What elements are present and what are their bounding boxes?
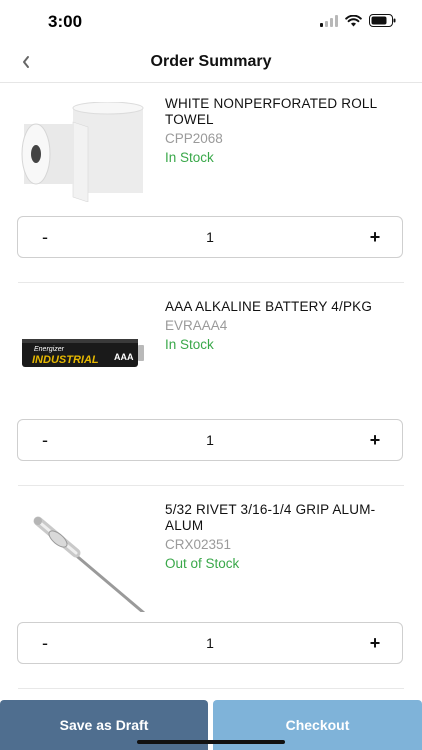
battery-icon bbox=[369, 14, 396, 27]
stock-status: In Stock bbox=[165, 150, 214, 165]
item-details: 5/32 RIVET 3/16-1/4 GRIP ALUM-ALUM CRX02… bbox=[165, 502, 405, 572]
battery-image: Energizer INDUSTRIAL AAA bbox=[22, 339, 144, 367]
item-name: AAA ALKALINE BATTERY 4/PKG bbox=[165, 299, 373, 314]
rivet-image bbox=[33, 516, 146, 612]
item-sku: EVRAAA4 bbox=[165, 318, 228, 333]
divider bbox=[18, 282, 404, 283]
stock-status: Out of Stock bbox=[165, 556, 240, 571]
increase-quantity-button[interactable]: + bbox=[350, 623, 400, 663]
decrease-quantity-button[interactable]: - bbox=[20, 217, 70, 257]
increase-quantity-button[interactable]: + bbox=[350, 217, 400, 257]
decrease-quantity-button[interactable]: - bbox=[20, 420, 70, 460]
status-time: 3:00 bbox=[48, 12, 83, 31]
page-title: Order Summary bbox=[150, 53, 272, 70]
home-indicator bbox=[137, 740, 285, 744]
quantity-value: 1 bbox=[206, 432, 214, 448]
cellular-signal-icon bbox=[320, 14, 338, 27]
order-item: 5/32 RIVET 3/16-1/4 GRIP ALUM-ALUM CRX02… bbox=[0, 488, 422, 691]
quantity-stepper: - 1 + bbox=[17, 419, 403, 461]
order-item: Energizer INDUSTRIAL AAA AAA ALKALINE BA… bbox=[0, 285, 422, 488]
item-name: 5/32 RIVET 3/16-1/4 GRIP ALUM-ALUM bbox=[165, 502, 376, 533]
navigation-bar: Order Summary bbox=[0, 44, 422, 83]
item-sku: CPP2068 bbox=[165, 131, 223, 146]
stock-status: In Stock bbox=[165, 337, 214, 352]
svg-text:INDUSTRIAL: INDUSTRIAL bbox=[32, 354, 99, 366]
quantity-stepper: - 1 + bbox=[17, 622, 403, 664]
item-details: AAA ALKALINE BATTERY 4/PKG EVRAAA4 In St… bbox=[165, 299, 405, 353]
item-name: WHITE NONPERFORATED ROLL TOWEL bbox=[165, 96, 377, 127]
quantity-value: 1 bbox=[206, 635, 214, 651]
divider bbox=[18, 688, 404, 689]
svg-text:Energizer: Energizer bbox=[34, 346, 65, 353]
wifi-icon bbox=[345, 14, 362, 26]
order-items-list[interactable]: WHITE NONPERFORATED ROLL TOWEL CPP2068 I… bbox=[0, 82, 422, 702]
roll-towel-image bbox=[21, 102, 144, 202]
quantity-value: 1 bbox=[206, 229, 214, 245]
increase-quantity-button[interactable]: + bbox=[350, 420, 400, 460]
quantity-stepper: - 1 + bbox=[17, 216, 403, 258]
status-bar: 3:00 bbox=[0, 0, 422, 44]
item-details: WHITE NONPERFORATED ROLL TOWEL CPP2068 I… bbox=[165, 96, 405, 166]
divider bbox=[18, 485, 404, 486]
item-sku: CRX02351 bbox=[165, 537, 232, 552]
decrease-quantity-button[interactable]: - bbox=[20, 623, 70, 663]
svg-text:AAA: AAA bbox=[114, 352, 134, 362]
order-item: WHITE NONPERFORATED ROLL TOWEL CPP2068 I… bbox=[0, 82, 422, 285]
status-icons bbox=[320, 14, 396, 27]
